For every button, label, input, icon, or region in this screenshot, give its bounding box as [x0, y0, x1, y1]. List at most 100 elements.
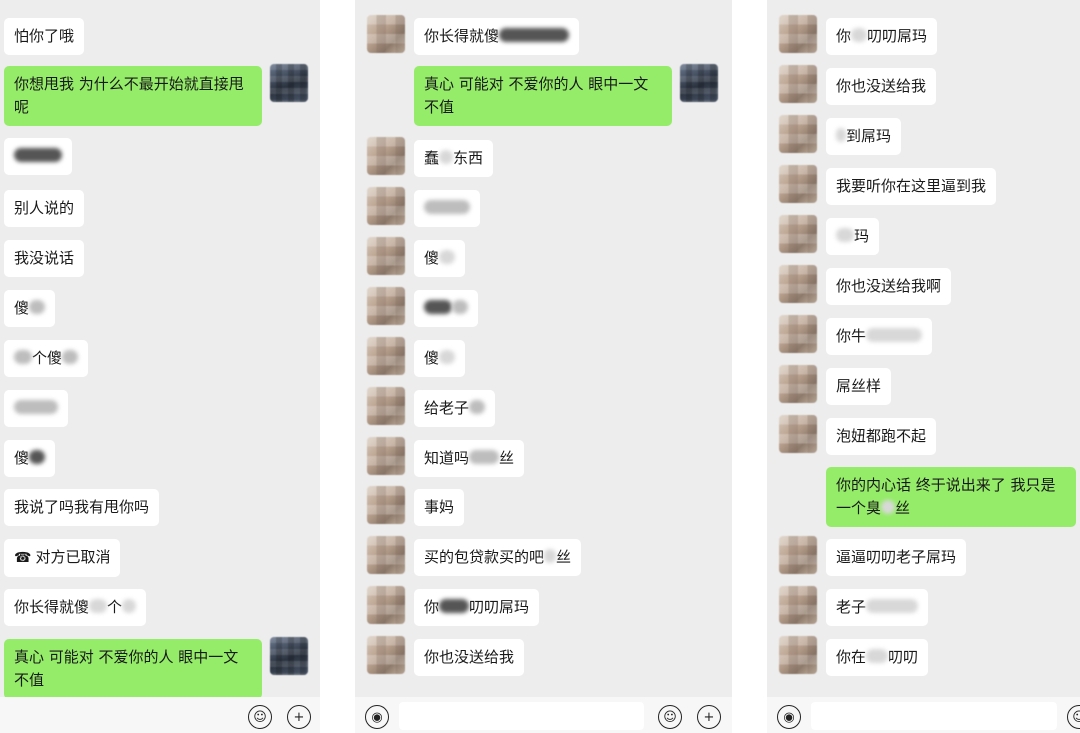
chat-panel-right: 你叨叨屌玛 你也没送给我 到屌玛 我要听你在这里逼到我 玛 你也没送给我啊 你牛… — [767, 0, 1080, 733]
avatar-contact[interactable] — [367, 636, 405, 674]
avatar-contact[interactable] — [779, 586, 817, 624]
message-in[interactable]: 买的包贷款买的吧丝 — [414, 539, 582, 576]
avatar-contact[interactable] — [367, 486, 405, 524]
message-in[interactable]: 泡妞都跑不起 — [826, 418, 937, 455]
avatar-contact[interactable] — [779, 15, 817, 53]
message-in[interactable]: 你也没送给我啊 — [826, 268, 952, 305]
redaction-mask — [122, 599, 137, 613]
message-in[interactable]: 傻 — [4, 290, 56, 327]
message-in[interactable]: 玛 — [826, 218, 880, 255]
redaction-mask — [89, 599, 108, 613]
avatar-contact[interactable] — [779, 215, 817, 253]
message-in[interactable]: 老子 — [826, 589, 929, 626]
message-in[interactable]: 我要听你在这里逼到我 — [826, 168, 997, 205]
message-in[interactable] — [4, 138, 72, 175]
message-in[interactable]: 逼逼叨叨老子屌玛 — [826, 539, 967, 576]
redaction-mask — [544, 549, 557, 563]
phone-hangup-icon: ☎ — [14, 550, 32, 566]
message-in[interactable]: 你长得就傻 — [414, 18, 580, 55]
message-out[interactable]: 你的内心话 终于说出来了 我只是一个臭丝 — [826, 467, 1076, 527]
call-cancelled-message[interactable]: ☎ 对方已取消 — [4, 539, 121, 577]
avatar-contact[interactable] — [367, 15, 405, 53]
emoji-icon[interactable]: ☺ — [658, 705, 682, 729]
message-in[interactable] — [414, 190, 480, 227]
redaction-mask — [469, 400, 486, 414]
redaction-mask — [866, 649, 889, 663]
avatar-contact[interactable] — [779, 265, 817, 303]
message-input[interactable] — [399, 702, 644, 730]
avatar-contact[interactable] — [779, 115, 817, 153]
message-in[interactable]: 你也没送给我 — [826, 68, 937, 105]
message-out[interactable]: 真心 可能对 不爱你的人 眼中一文不值 — [4, 639, 262, 699]
message-in[interactable]: 别人说的 — [4, 190, 85, 227]
chat-panel-middle: 你长得就傻 真心 可能对 不爱你的人 眼中一文不值 蠢东西 傻 傻 给老子 知道… — [355, 0, 732, 733]
message-in[interactable]: 你牛 — [826, 318, 933, 355]
avatar-contact[interactable] — [779, 165, 817, 203]
avatar-contact[interactable] — [367, 287, 405, 325]
redaction-mask — [851, 28, 868, 42]
avatar-contact[interactable] — [779, 636, 817, 674]
redaction-mask — [29, 300, 46, 314]
redaction-mask — [836, 228, 854, 242]
message-out[interactable]: 真心 可能对 不爱你的人 眼中一文不值 — [414, 66, 672, 126]
message-in[interactable] — [4, 390, 68, 427]
message-in[interactable]: 你也没送给我 — [414, 639, 525, 676]
message-in[interactable]: 我没说话 — [4, 240, 85, 277]
avatar-contact[interactable] — [779, 65, 817, 103]
message-in[interactable]: 到屌玛 — [826, 118, 902, 155]
message-in[interactable]: 知道吗丝 — [414, 440, 525, 477]
avatar-contact[interactable] — [367, 437, 405, 475]
redaction-mask — [439, 250, 456, 264]
redaction-mask — [62, 350, 79, 364]
avatar-contact[interactable] — [367, 586, 405, 624]
emoji-icon[interactable]: ☺ — [248, 705, 272, 729]
message-in[interactable]: 傻 — [414, 240, 466, 277]
avatar-contact[interactable] — [367, 387, 405, 425]
avatar-contact[interactable] — [779, 415, 817, 453]
message-in[interactable]: 屌丝样 — [826, 368, 892, 405]
chat-panel-left: 怕你了哦 你想甩我 为什么不最开始就直接甩呢 别人说的 我没说话 傻 个傻 傻 … — [0, 0, 320, 733]
message-in[interactable]: 怕你了哦 — [4, 18, 85, 55]
message-in[interactable]: 个傻 — [4, 340, 89, 377]
input-bar: ◉ ☺ — [767, 697, 1080, 733]
message-in[interactable]: 你在 叨叨 — [826, 639, 929, 676]
redaction-mask — [439, 350, 456, 364]
avatar-contact[interactable] — [367, 137, 405, 175]
redaction-mask — [836, 128, 846, 142]
message-in[interactable]: 你叨叨屌玛 — [826, 18, 938, 55]
message-in[interactable]: 蠢东西 — [414, 140, 494, 177]
message-in[interactable]: 事妈 — [414, 489, 465, 526]
redaction-mask — [424, 300, 452, 314]
message-in[interactable]: 我说了吗我有甩你吗 — [4, 489, 160, 526]
avatar-contact[interactable] — [779, 536, 817, 574]
avatar-contact[interactable] — [367, 237, 405, 275]
emoji-icon[interactable]: ☺ — [1067, 705, 1080, 729]
redaction-mask — [499, 28, 570, 42]
avatar-contact[interactable] — [779, 365, 817, 403]
voice-icon[interactable]: ◉ — [777, 705, 801, 729]
avatar-contact[interactable] — [367, 187, 405, 225]
plus-icon[interactable]: + — [287, 705, 311, 729]
avatar-self[interactable] — [270, 637, 308, 675]
redaction-mask — [14, 400, 58, 414]
message-in[interactable]: 你长得就傻个 — [4, 589, 147, 626]
avatar-contact[interactable] — [779, 315, 817, 353]
message-in[interactable]: 傻 — [4, 440, 56, 477]
avatar-self[interactable] — [270, 64, 308, 102]
message-in[interactable] — [414, 290, 478, 327]
message-in[interactable]: 傻 — [414, 340, 466, 377]
message-out[interactable]: 你想甩我 为什么不最开始就直接甩呢 — [4, 66, 262, 126]
avatar-contact[interactable] — [367, 337, 405, 375]
redaction-mask — [29, 450, 46, 464]
plus-icon[interactable]: + — [697, 705, 721, 729]
redaction-mask — [424, 200, 470, 214]
input-bar: ◉ ☺ + — [355, 697, 732, 733]
message-in[interactable]: 给老子 — [414, 390, 496, 427]
avatar-self[interactable] — [680, 64, 718, 102]
message-input[interactable] — [811, 702, 1057, 730]
redaction-mask — [439, 599, 470, 613]
input-bar: ☺ + — [0, 697, 320, 733]
avatar-contact[interactable] — [367, 536, 405, 574]
message-in[interactable]: 你叨叨屌玛 — [414, 589, 540, 626]
voice-icon[interactable]: ◉ — [365, 705, 389, 729]
